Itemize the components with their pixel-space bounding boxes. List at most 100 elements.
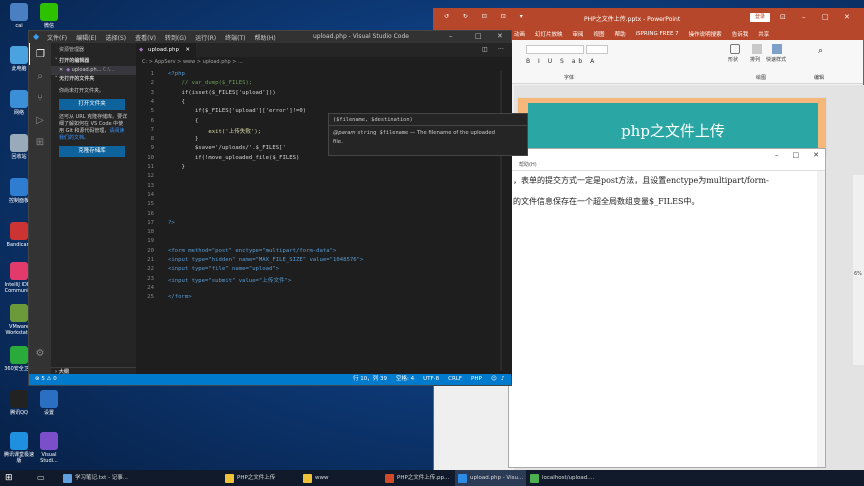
extensions-icon[interactable]: ⊞ bbox=[29, 131, 51, 153]
font-format-buttons[interactable]: B I U S ab A bbox=[526, 58, 597, 65]
close-icon[interactable]: ✕ bbox=[497, 32, 503, 40]
code-line[interactable]: if(isset($_FILES['upload'])) bbox=[168, 90, 275, 96]
minimize-icon[interactable]: – bbox=[802, 13, 806, 21]
ribbon-tab[interactable]: 告诉我 bbox=[732, 30, 749, 38]
more-actions-icon[interactable]: ··· bbox=[498, 46, 504, 53]
code-line[interactable]: <input type="file" name="upload"> bbox=[168, 266, 279, 272]
status-item[interactable]: UTF-8 bbox=[423, 374, 439, 385]
taskbar-item[interactable]: localhost/upload.... bbox=[527, 470, 597, 486]
taskbar-item[interactable]: PHP之文件上传.pp... bbox=[382, 470, 452, 486]
code-line[interactable]: <input type="hidden" name="MAX_FILE_SIZE… bbox=[168, 257, 363, 263]
taskbar-item[interactable]: 学习笔记.txt - 记事... bbox=[60, 470, 131, 486]
help-menu[interactable]: 帮助(H) bbox=[509, 161, 825, 171]
gear-icon[interactable]: ⚙ bbox=[29, 342, 51, 364]
ribbon-tab[interactable]: iSPRING FREE 7 bbox=[636, 31, 679, 37]
status-item[interactable]: 行 10，列 39 bbox=[353, 374, 387, 385]
menu-item[interactable]: 编辑(E) bbox=[76, 33, 96, 42]
code-line[interactable]: // var_dump($_FILES); bbox=[168, 80, 252, 86]
maximize-icon[interactable]: □ bbox=[793, 151, 800, 159]
menu-item[interactable]: 转到(G) bbox=[165, 33, 186, 42]
shapes-label[interactable]: 形状 bbox=[728, 56, 738, 63]
menu-item[interactable]: 运行(R) bbox=[195, 33, 216, 42]
code-line[interactable]: <input type="submit" value="上传文件"> bbox=[168, 276, 291, 284]
ribbon-tab[interactable]: 动画 bbox=[514, 30, 525, 38]
close-icon[interactable]: ✕ bbox=[844, 13, 850, 21]
start-icon[interactable]: ⊞ bbox=[2, 470, 16, 486]
code-line[interactable]: <form method="post" enctype="multipart/f… bbox=[168, 248, 336, 254]
minimize-icon[interactable]: – bbox=[449, 32, 453, 40]
vertical-scrollbar[interactable] bbox=[817, 171, 825, 467]
code-line[interactable]: exit('上传失败'); bbox=[168, 127, 261, 135]
run-debug-icon[interactable]: ▷ bbox=[29, 109, 51, 131]
split-editor-icon[interactable]: ◫ bbox=[482, 46, 488, 53]
code-line[interactable]: <?php bbox=[168, 71, 185, 77]
desktop-icon[interactable]: Visual Studi... bbox=[34, 432, 64, 464]
no-folder-section[interactable]: ˅ 无打开的文件夹 bbox=[51, 75, 136, 84]
code-line[interactable]: $save='/uploads/'.$_FILES[' bbox=[168, 145, 286, 151]
status-item[interactable]: CRLF bbox=[448, 374, 462, 385]
open-editor-item[interactable]: ✕ ◆ upload.ph... C:\... bbox=[51, 66, 136, 75]
vscode-window[interactable]: ◆ 文件(F) 编辑(E) 选择(S) 查看(V) 转到(G) 运行(R) 终端(T) 帮助(… bbox=[28, 30, 528, 386]
editor-tab[interactable]: ◆ upload.php ✕ bbox=[136, 43, 196, 57]
ribbon-tab[interactable]: 视图 bbox=[594, 30, 605, 38]
ribbon-tab[interactable]: 共享 bbox=[758, 30, 769, 38]
editor-area[interactable]: ◆ upload.php ✕ ◫ ··· C: > AppServ > www > … bbox=[136, 43, 528, 376]
taskbar-item[interactable]: www bbox=[300, 470, 332, 486]
status-item[interactable]: PHP bbox=[471, 374, 482, 385]
code-line[interactable]: if($_FILES['upload']['error']!=0) bbox=[168, 108, 306, 114]
ppt-quick-access[interactable]: ↺ ↻ ⊡ ⊡ ▾ bbox=[444, 13, 529, 20]
maximize-icon[interactable]: □ bbox=[475, 32, 482, 40]
menu-item[interactable]: 帮助(H) bbox=[254, 33, 275, 42]
task-view-icon[interactable]: ▭ bbox=[34, 470, 48, 486]
code-line[interactable]: { bbox=[168, 118, 198, 124]
minimize-icon[interactable]: – bbox=[775, 151, 779, 159]
quick-styles-label[interactable]: 快速样式 bbox=[766, 56, 786, 63]
code-line[interactable]: { bbox=[168, 99, 184, 105]
menu-item[interactable]: 终端(T) bbox=[225, 33, 245, 42]
arrange-icon[interactable] bbox=[752, 44, 762, 54]
ribbon-display-icon[interactable]: ⊡ bbox=[780, 13, 786, 21]
menu-item[interactable]: 选择(S) bbox=[106, 33, 127, 42]
menu-item[interactable]: 查看(V) bbox=[135, 33, 156, 42]
breadcrumb[interactable]: C: > AppServ > www > upload.php > ... bbox=[136, 57, 512, 67]
taskbar-item[interactable]: PHP之文件上传 bbox=[222, 470, 278, 486]
open-editors-section[interactable]: ˅ 打开的编辑器 bbox=[51, 57, 136, 66]
ribbon-tab[interactable]: 幻灯片放映 bbox=[535, 30, 563, 38]
font-name-select[interactable] bbox=[526, 45, 584, 54]
close-icon[interactable]: ✕ bbox=[59, 67, 63, 73]
taskbar-item[interactable]: upload.php - Visu... bbox=[455, 470, 527, 486]
login-button[interactable]: 登录 bbox=[750, 13, 771, 22]
status-item[interactable]: 空格: 4 bbox=[396, 374, 414, 385]
clone-repo-button[interactable]: 克隆存储库 bbox=[59, 146, 125, 157]
close-icon[interactable]: ✕ bbox=[813, 151, 819, 159]
code-line[interactable]: } bbox=[168, 164, 184, 170]
bell-icon[interactable]: ♪ bbox=[501, 374, 505, 385]
feedback-icon[interactable]: ☺ bbox=[491, 374, 497, 385]
code-line[interactable]: </form> bbox=[168, 294, 192, 300]
ribbon-tab[interactable]: 审阅 bbox=[573, 30, 584, 38]
text-window[interactable]: – □ ✕ 帮助(H) ，表单的提交方式一定是post方法，且设置enctype… bbox=[508, 148, 826, 468]
code-line[interactable]: } bbox=[168, 136, 198, 142]
open-folder-button[interactable]: 打开文件夹 bbox=[59, 99, 125, 110]
desktop-icon[interactable]: 设置 bbox=[34, 390, 64, 416]
code-line[interactable]: if(!move_uploaded_file($_FILES) bbox=[168, 155, 299, 161]
ppt-titlebar[interactable]: ↺ ↻ ⊡ ⊡ ▾ PHP之文件上传.pptx - PowerPoint 登录 … bbox=[434, 9, 863, 27]
quick-styles-icon[interactable] bbox=[772, 44, 782, 54]
code-line[interactable]: ?> bbox=[168, 220, 175, 226]
desktop-icon[interactable]: 腾讯课堂极速版 bbox=[4, 432, 34, 464]
explorer-icon[interactable]: ❐ bbox=[29, 43, 51, 65]
shapes-icon[interactable] bbox=[730, 44, 740, 54]
arrange-label[interactable]: 排列 bbox=[750, 56, 760, 63]
maximize-icon[interactable]: □ bbox=[822, 13, 829, 21]
desktop-icon[interactable]: 微信 bbox=[34, 3, 64, 29]
ppt-scrollbar[interactable]: 6% bbox=[853, 175, 864, 365]
menu-item[interactable]: 文件(F) bbox=[47, 33, 67, 42]
close-icon[interactable]: ✕ bbox=[185, 43, 190, 57]
font-size-select[interactable] bbox=[586, 45, 608, 54]
ribbon-tab[interactable]: 操作说明搜索 bbox=[689, 30, 722, 38]
desktop-icon[interactable]: cai bbox=[4, 3, 34, 29]
problems-status[interactable]: ⊗ 5 ⚠ 0 bbox=[35, 374, 57, 385]
search-icon[interactable]: ⌕ bbox=[818, 46, 823, 56]
search-icon[interactable]: ⌕ bbox=[29, 65, 51, 87]
ribbon-tab[interactable]: 帮助 bbox=[615, 30, 626, 38]
